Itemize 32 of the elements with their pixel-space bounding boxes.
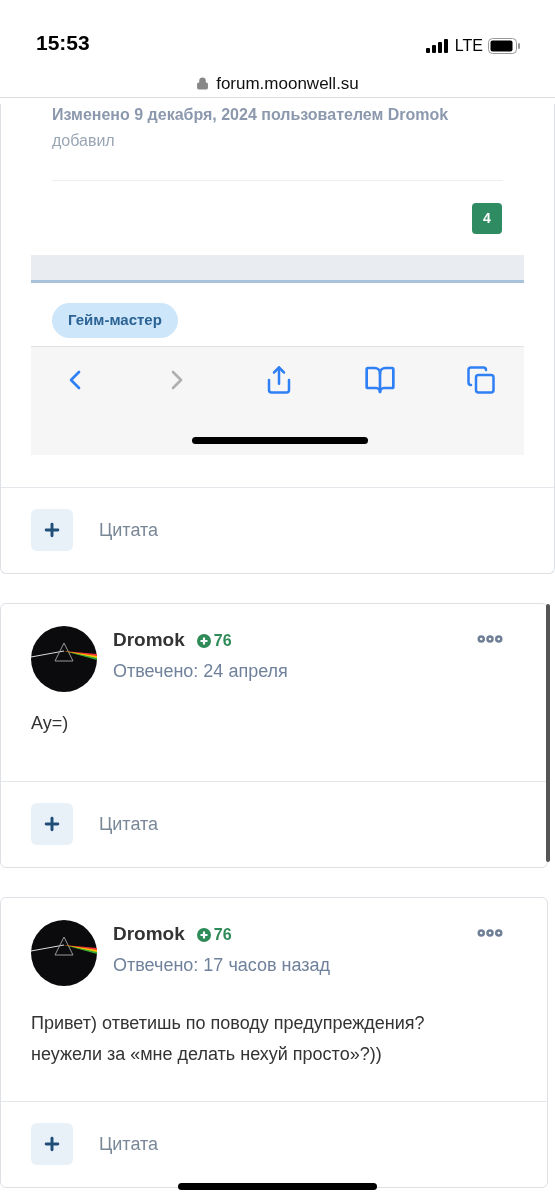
post-body: Ау=) [30,711,70,735]
add-quote-button[interactable] [31,803,73,845]
reply-date[interactable]: Отвечено: 17 часов назад [113,951,475,979]
signal-icon [425,39,450,53]
reputation-score: 76 [213,924,232,945]
plus-circle-icon [196,927,211,942]
avatar[interactable] [31,625,97,692]
battery-icon [488,38,520,54]
role-badge: Гейм-мастер [52,303,178,338]
reaction-count[interactable]: 4 [472,203,502,234]
author-name[interactable]: Dromok [113,626,185,655]
add-quote-button[interactable] [31,1123,73,1165]
edit-note: Изменено 9 декабря, 2024 пользователем Dromok [52,105,450,125]
network-label: LTE [454,36,483,56]
plus-icon [42,1134,62,1154]
tabs-icon[interactable] [466,364,496,395]
quote-link[interactable]: Цитата [99,810,159,838]
plus-circle-icon [196,633,211,648]
plus-icon [42,520,62,540]
edit-reason: добавил [52,131,116,151]
plus-icon [42,814,62,834]
avatar[interactable] [31,919,97,986]
reply-date[interactable]: Отвечено: 24 апреля [113,657,475,685]
lock-icon [196,77,210,90]
quote-link[interactable]: Цитата [99,516,159,544]
post-body: Привет) ответишь по поводу предупреждения? неужели за «мне делать нехуй просто»?)) [30,1011,426,1066]
quote-link[interactable]: Цитата [99,1130,159,1158]
add-quote-button[interactable] [31,509,73,551]
reputation-score: 76 [213,630,232,651]
status-time: 15:53 [36,29,90,56]
author-name[interactable]: Dromok [113,920,185,949]
address-bar[interactable]: forum.moonwell.su [0,70,555,98]
